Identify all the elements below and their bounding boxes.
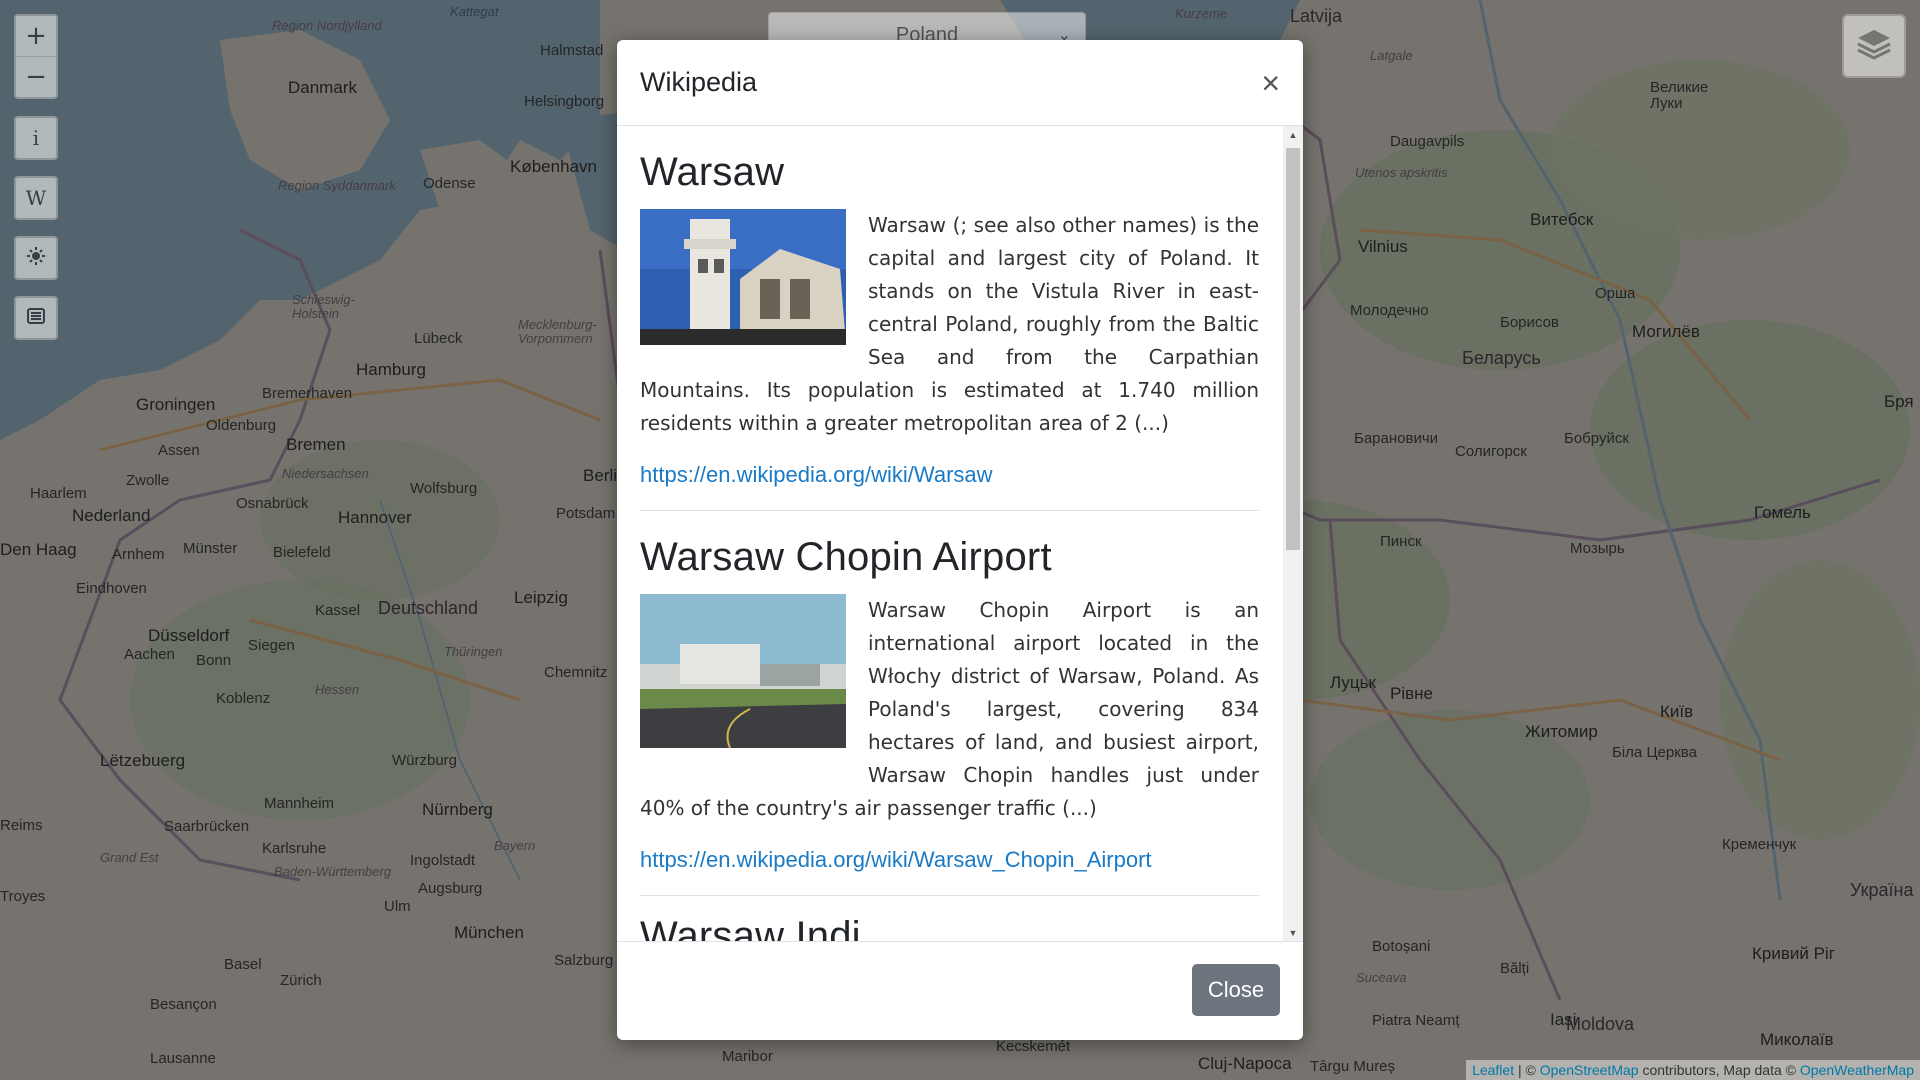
article-thumbnail xyxy=(640,209,846,350)
modal-title: Wikipedia xyxy=(640,67,758,97)
close-button[interactable]: Close xyxy=(1192,964,1280,1016)
article-link[interactable]: https://en.wikipedia.org/wiki/Warsaw xyxy=(640,440,1259,488)
map-attribution: Leaflet | © OpenStreetMap contributors, … xyxy=(1466,1060,1920,1080)
wikipedia-control: W xyxy=(14,176,58,220)
article-thumbnail xyxy=(640,594,846,753)
wikipedia-modal: Wikipedia × Warsaw Warsaw (; see also ot… xyxy=(617,40,1303,1040)
modal-scrollbar[interactable]: ▲ ▼ xyxy=(1283,126,1303,942)
zoom-control: + − xyxy=(14,14,58,99)
modal-footer: Close xyxy=(617,941,1303,1040)
info-control: i xyxy=(14,116,58,160)
wikipedia-button[interactable]: W xyxy=(16,178,56,218)
article-title: Warsaw Indi xyxy=(640,914,861,942)
scroll-up-arrow-icon[interactable]: ▲ xyxy=(1283,126,1303,144)
newspaper-icon xyxy=(26,306,46,330)
weather-button[interactable] xyxy=(16,238,56,278)
info-button[interactable]: i xyxy=(16,118,56,158)
leaflet-link[interactable]: Leaflet xyxy=(1472,1062,1514,1078)
zoom-out-button[interactable]: − xyxy=(16,57,56,97)
scrollbar-thumb[interactable] xyxy=(1286,148,1300,550)
openstreetmap-link[interactable]: OpenStreetMap xyxy=(1540,1062,1639,1078)
zoom-in-button[interactable]: + xyxy=(16,16,56,57)
news-button[interactable] xyxy=(16,298,56,338)
article-link[interactable]: https://en.wikipedia.org/wiki/Warsaw_Cho… xyxy=(640,825,1259,873)
article-title: Warsaw Chopin Airport xyxy=(640,535,1052,579)
article-item: Warsaw Indi xyxy=(640,896,1259,942)
attribution-separator: | © xyxy=(1514,1062,1540,1078)
sun-icon xyxy=(26,246,46,271)
openweathermap-link[interactable]: OpenWeatherMap xyxy=(1800,1062,1914,1078)
modal-body[interactable]: Warsaw Warsaw (; see also other names) i… xyxy=(617,126,1303,942)
news-control xyxy=(14,296,58,340)
article-title: Warsaw xyxy=(640,150,785,194)
close-icon[interactable]: × xyxy=(1261,67,1280,99)
layers-button[interactable] xyxy=(1842,14,1906,78)
article-list: Warsaw Warsaw (; see also other names) i… xyxy=(640,126,1259,942)
attribution-text: contributors, Map data © xyxy=(1638,1062,1800,1078)
modal-header: Wikipedia × xyxy=(617,40,1303,126)
article-item: Warsaw Warsaw (; see also other names) i… xyxy=(640,126,1259,511)
scroll-down-arrow-icon[interactable]: ▼ xyxy=(1283,924,1303,942)
layers-icon xyxy=(1854,26,1894,67)
weather-control xyxy=(14,236,58,280)
article-item: Warsaw Chopin Airport Warsaw Chopin Airp… xyxy=(640,511,1259,896)
